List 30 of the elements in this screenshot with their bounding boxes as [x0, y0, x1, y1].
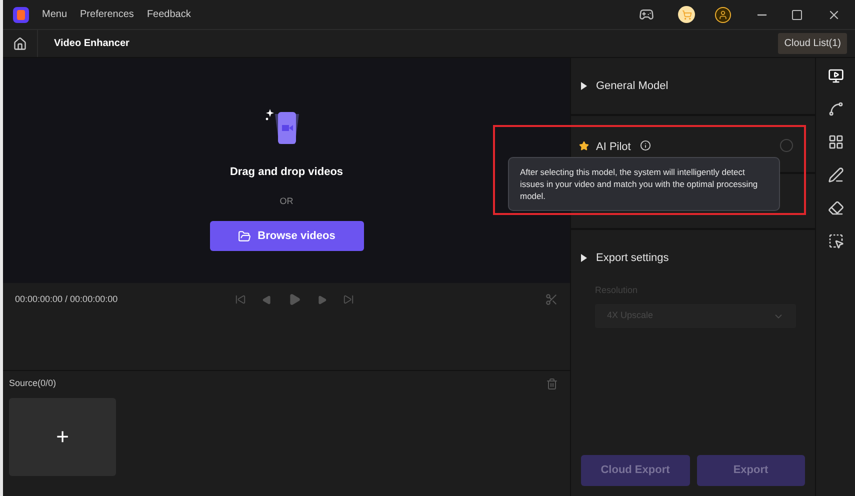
menu-item[interactable]: Menu [42, 7, 68, 22]
time-display: 00:00:00:00 / 00:00:00:00 [15, 293, 119, 306]
tooltip: After selecting this model, the system will intelligently detect issues in your video and match you with the optimal processing model. [508, 157, 780, 211]
star-icon [579, 141, 589, 151]
maximize-icon[interactable] [791, 8, 803, 20]
home-icon[interactable] [13, 36, 27, 50]
cloud-list-button[interactable]: Cloud List(1) [778, 33, 847, 54]
curve-icon[interactable] [828, 101, 844, 117]
user-icon[interactable] [715, 6, 731, 22]
info-icon[interactable] [640, 140, 651, 151]
model-title[interactable]: AI Pilot [596, 139, 631, 156]
or-label: OR [280, 194, 294, 208]
folder-icon [238, 230, 251, 242]
cart-icon[interactable] [678, 6, 695, 23]
expand-triangle-icon [581, 82, 587, 90]
source-title: Source(0/0) [9, 377, 56, 390]
page-title: Video Enhancer [54, 37, 130, 51]
browse-videos-button[interactable]: Browse videos [210, 221, 364, 251]
app-logo-icon [13, 6, 29, 22]
eraser-icon[interactable] [828, 200, 844, 216]
menu-item[interactable]: Feedback [146, 7, 191, 22]
selection-icon[interactable] [828, 233, 844, 249]
pen-icon[interactable] [828, 167, 844, 183]
section-title[interactable]: General Model [596, 78, 668, 94]
radio-button[interactable] [780, 139, 793, 152]
add-source-button[interactable]: + [9, 398, 116, 476]
expand-triangle-icon [581, 254, 587, 262]
drop-heading: Drag and drop videos [230, 165, 344, 180]
menu-item[interactable]: Preferences [80, 7, 134, 22]
gamepad-icon[interactable] [639, 7, 654, 22]
